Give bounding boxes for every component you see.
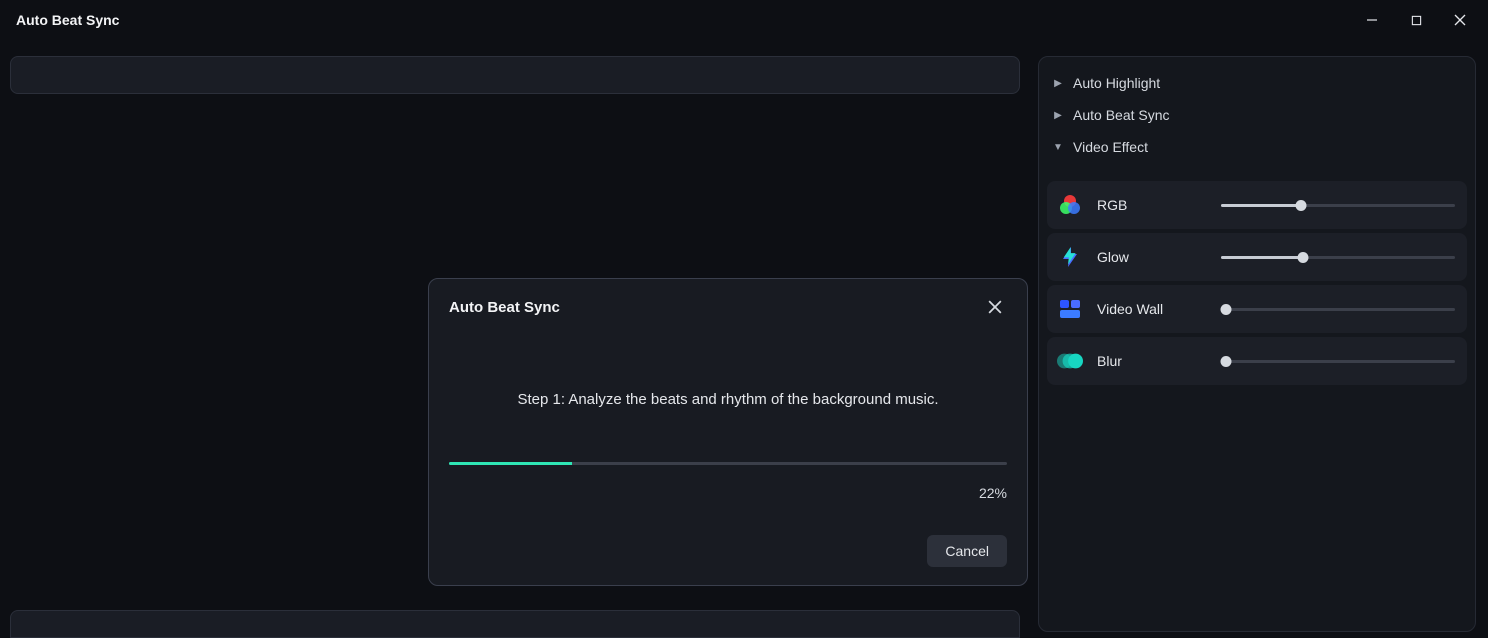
effect-label: RGB xyxy=(1097,197,1207,213)
progress-fill xyxy=(449,462,572,465)
tree-item-auto-highlight[interactable]: ▶ Auto Highlight xyxy=(1047,67,1467,99)
chevron-right-icon: ▶ xyxy=(1053,78,1063,89)
progress-bar xyxy=(449,462,1007,465)
auto-beat-sync-dialog: Auto Beat Sync Step 1: Analyze the beats… xyxy=(428,278,1028,586)
effect-label: Blur xyxy=(1097,353,1207,369)
minimize-button[interactable] xyxy=(1352,5,1392,35)
chevron-down-icon: ▼ xyxy=(1053,142,1063,153)
effect-row-blur: Blur xyxy=(1047,337,1467,385)
sidebar-panel: ▶ Auto Highlight ▶ Auto Beat Sync ▼ Vide… xyxy=(1038,56,1476,632)
slider-glow[interactable] xyxy=(1221,247,1455,267)
dialog-header: Auto Beat Sync xyxy=(449,295,1007,319)
cancel-button[interactable]: Cancel xyxy=(927,535,1007,567)
window-controls xyxy=(1352,5,1480,35)
tree-item-label: Auto Beat Sync xyxy=(1073,107,1170,123)
glow-icon xyxy=(1057,244,1083,270)
effect-row-videowall: Video Wall xyxy=(1047,285,1467,333)
dialog-actions: Cancel xyxy=(449,535,1007,567)
tree-item-label: Auto Highlight xyxy=(1073,75,1160,91)
slider-videowall[interactable] xyxy=(1221,299,1455,319)
effect-row-glow: Glow xyxy=(1047,233,1467,281)
effects-panel: RGB Glow xyxy=(1047,181,1467,385)
blur-icon xyxy=(1057,348,1083,374)
dialog-message: Step 1: Analyze the beats and rhythm of … xyxy=(449,391,1007,408)
maximize-button[interactable] xyxy=(1396,5,1436,35)
effect-label: Glow xyxy=(1097,249,1207,265)
tree-item-video-effect[interactable]: ▼ Video Effect xyxy=(1047,131,1467,163)
effect-label: Video Wall xyxy=(1097,301,1207,317)
dialog-title: Auto Beat Sync xyxy=(449,299,560,316)
tree-item-auto-beat-sync[interactable]: ▶ Auto Beat Sync xyxy=(1047,99,1467,131)
close-button[interactable] xyxy=(1440,5,1480,35)
window-title: Auto Beat Sync xyxy=(16,12,119,28)
chevron-right-icon: ▶ xyxy=(1053,110,1063,121)
slider-blur[interactable] xyxy=(1221,351,1455,371)
rgb-icon xyxy=(1057,192,1083,218)
title-bar: Auto Beat Sync xyxy=(0,0,1488,40)
videowall-icon xyxy=(1057,296,1083,322)
slider-rgb[interactable] xyxy=(1221,195,1455,215)
timeline-strip xyxy=(10,610,1020,638)
preview-header-strip xyxy=(10,56,1020,94)
dialog-close-button[interactable] xyxy=(983,295,1007,319)
effect-row-rgb: RGB xyxy=(1047,181,1467,229)
progress-percent: 22% xyxy=(449,485,1007,501)
tree-item-label: Video Effect xyxy=(1073,139,1148,155)
